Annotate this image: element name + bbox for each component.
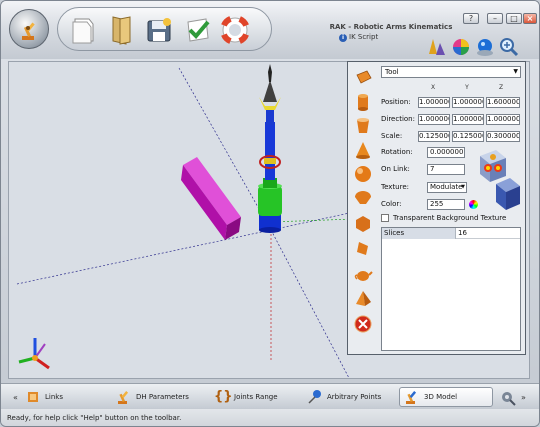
scroll-left-icon[interactable]: « [13, 393, 18, 402]
texture-select-value: Modulate [430, 183, 463, 191]
tab-joints-range[interactable]: {} Joints Range [214, 387, 278, 407]
minimize-button[interactable]: – [487, 13, 503, 24]
column-x: X [430, 84, 436, 91]
cube-icon[interactable] [353, 68, 373, 88]
tab-label: Links [45, 393, 63, 401]
transparent-bg-option[interactable]: Transparent Background Texture [381, 214, 506, 222]
tab-label: Joints Range [234, 393, 278, 401]
shape-palette [348, 62, 378, 354]
axis-gizmo [18, 338, 50, 370]
dodecahedron-icon[interactable] [353, 214, 373, 234]
on-link-field[interactable]: 7 [427, 164, 465, 175]
check-icon [187, 18, 210, 42]
open-button[interactable] [104, 13, 138, 47]
position-x-field[interactable]: 1.000000 [418, 97, 450, 108]
window-title: RAK - Robotic Arms Kinematics [329, 23, 453, 31]
direction-y-field[interactable]: 1.000000 [452, 114, 484, 125]
texture-preview [480, 150, 520, 210]
close-button[interactable]: × [523, 13, 537, 24]
rotation-label: Rotation: [381, 148, 413, 156]
zoom-icon[interactable] [499, 37, 519, 57]
tab-links[interactable]: Links [25, 387, 63, 407]
cup-icon[interactable] [353, 116, 373, 136]
shard-icon[interactable] [353, 238, 373, 258]
tab-dh-parameters[interactable]: DH Parameters [116, 387, 189, 407]
position-z-field[interactable]: 1.600000 [486, 97, 520, 108]
robot-arm-icon [118, 391, 129, 404]
braces-icon: {} [214, 389, 233, 404]
new-button[interactable] [66, 13, 100, 47]
maximize-button[interactable]: □ [506, 13, 522, 24]
chevron-down-icon: ▼ [513, 68, 518, 75]
texture-select[interactable]: Modulate ▼ [427, 182, 467, 193]
grid-row-slices[interactable]: Slices 16 [382, 228, 520, 239]
chevron-down-icon: ▼ [461, 184, 465, 190]
delete-icon[interactable] [353, 314, 373, 334]
dome-icon[interactable] [353, 188, 373, 208]
direction-z-field[interactable]: 1.000000 [486, 114, 520, 125]
column-z: Z [498, 84, 504, 91]
scale-x-field[interactable]: 0.125000 [418, 131, 450, 142]
pyramid-icon[interactable] [353, 288, 373, 308]
cone-shapes-icon[interactable] [427, 37, 447, 57]
object-select[interactable]: Tool ▼ [381, 66, 521, 78]
check-button[interactable] [180, 13, 214, 47]
scroll-right-icon[interactable]: » [521, 393, 526, 402]
color-field[interactable]: 255 [427, 199, 465, 210]
cone-icon[interactable] [353, 140, 373, 160]
main-toolbar [57, 7, 272, 51]
links-icon [28, 392, 38, 402]
object-properties-panel: Tool ▼ X Y Z Position: 1.000000 1.000000 … [347, 61, 526, 355]
sphere-icon[interactable] [353, 164, 373, 184]
tab-label: 3D Model [424, 393, 458, 401]
view-toolbar [427, 37, 527, 57]
on-link-label: On Link: [381, 165, 410, 173]
robot-arm-icon [22, 22, 35, 40]
save-button[interactable] [142, 13, 176, 47]
bottom-tab-bar: « Links DH Parameters {} Joints Range Ar… [1, 383, 539, 408]
cylinder-icon[interactable] [353, 92, 373, 112]
scale-z-field[interactable]: 0.300000 [486, 131, 520, 142]
help-window-button[interactable]: ? [463, 13, 479, 24]
tab-label: Arbitrary Points [327, 393, 382, 401]
open-icon [112, 16, 131, 45]
rotation-field[interactable]: 0.000000 [427, 147, 465, 158]
transparent-bg-checkbox[interactable] [381, 214, 389, 222]
grid-key: Slices [382, 228, 456, 239]
title-bar: RAK - Robotic Arms Kinematics i IK Script… [1, 1, 539, 59]
grid-value[interactable]: 16 [458, 228, 467, 238]
settings-wrench-icon[interactable] [499, 388, 517, 406]
script-name: IK Script [349, 33, 379, 41]
position-y-field[interactable]: 1.000000 [452, 97, 484, 108]
tab-3d-model[interactable]: 3D Model [399, 387, 493, 407]
info-icon: i [339, 34, 347, 42]
save-icon [147, 18, 171, 42]
new-icon [72, 18, 94, 44]
color-wheel-icon[interactable] [451, 37, 471, 57]
scale-y-field[interactable]: 0.125000 [452, 131, 484, 142]
position-label: Position: [381, 98, 411, 106]
scale-label: Scale: [381, 132, 403, 140]
pushpin-icon [308, 390, 321, 404]
color-label: Color: [381, 200, 402, 208]
object-select-value: Tool [385, 68, 399, 76]
robot-3d-icon [406, 391, 417, 404]
tab-label: DH Parameters [136, 393, 189, 401]
help-lifebuoy-icon [220, 15, 250, 45]
tab-arbitrary-points[interactable]: Arbitrary Points [307, 387, 381, 407]
teapot-icon[interactable] [353, 264, 373, 284]
window-subtitle: i IK Script [339, 33, 378, 42]
column-y: Y [465, 84, 469, 91]
help-button[interactable] [218, 13, 252, 47]
status-bar: Ready, for help click "Help" button on t… [1, 409, 539, 426]
direction-x-field[interactable]: 1.000000 [418, 114, 450, 125]
texture-label: Texture: [381, 183, 409, 191]
sphere-icon[interactable] [475, 37, 495, 57]
transparent-bg-label: Transparent Background Texture [393, 214, 507, 222]
app-window: RAK - Robotic Arms Kinematics i IK Script… [0, 0, 540, 427]
app-menu-button[interactable] [9, 9, 49, 49]
property-grid: Slices 16 [381, 227, 521, 351]
direction-label: Direction: [381, 115, 415, 123]
